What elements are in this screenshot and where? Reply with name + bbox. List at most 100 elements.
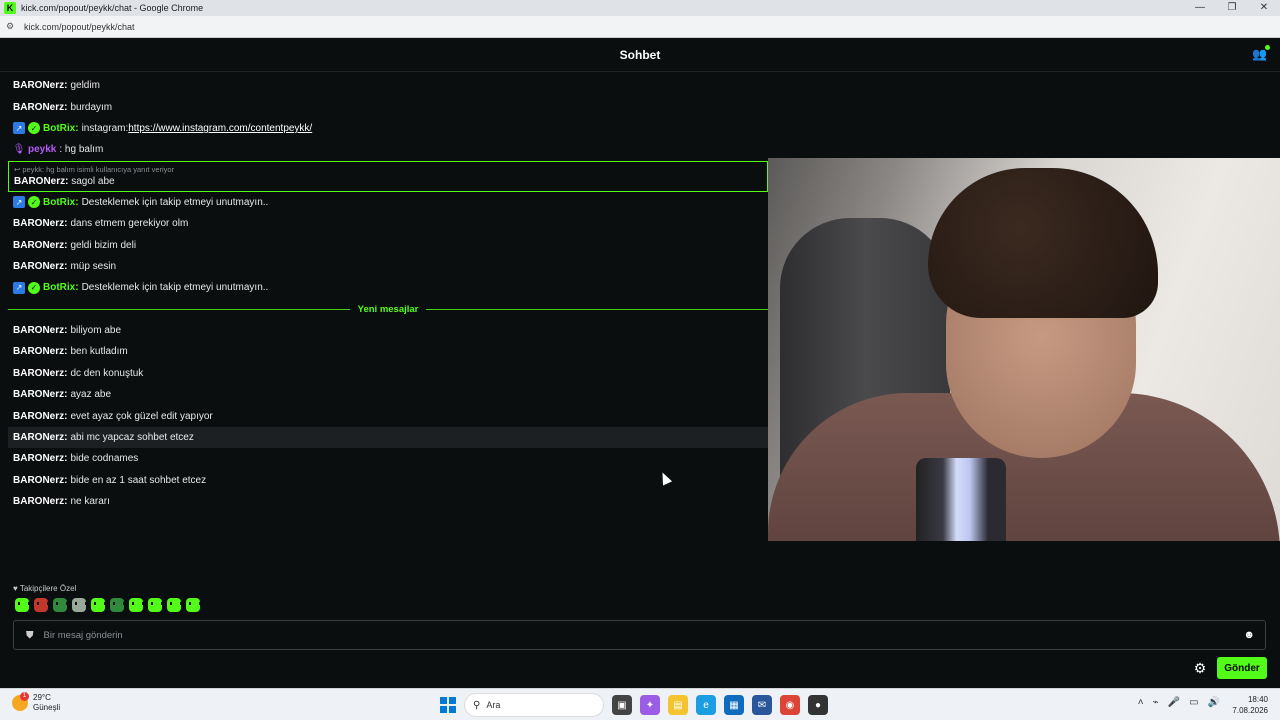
chat-message[interactable]: BARONerz: dc den konuştuk — [8, 363, 768, 384]
emote-icon[interactable] — [186, 598, 201, 612]
chevron-up-icon[interactable]: ˄ — [1138, 697, 1144, 708]
emote-icon[interactable] — [53, 598, 68, 612]
monitor-icon[interactable]: ▭ — [1189, 697, 1198, 708]
webcam-overlay — [768, 158, 1280, 541]
site-settings-icon[interactable]: ⚙ — [6, 21, 18, 32]
send-button[interactable]: Gönder — [1217, 657, 1267, 679]
username[interactable]: BARONerz: — [13, 325, 67, 336]
message-text: ne kararı — [70, 496, 110, 508]
file-explorer-icon[interactable]: ▤ — [668, 695, 688, 715]
username[interactable]: BARONerz: — [13, 496, 67, 507]
message-link[interactable]: https://www.instagram.com/contentpeykk/ — [128, 123, 312, 134]
chat-message[interactable]: ↗ ✓ BotRix: Desteklemek için takip etmeyi u… — [8, 277, 768, 298]
emote-icon[interactable] — [148, 598, 163, 612]
emote-bar — [15, 598, 201, 612]
username[interactable]: BARONerz: — [13, 102, 67, 113]
reply-reference: ↩ peykk: hg balım isimli kullanıcıya yan… — [14, 165, 175, 175]
emote-icon[interactable] — [15, 598, 30, 612]
verified-badge-icon: ✓ — [28, 122, 40, 135]
store-icon[interactable]: ▦ — [724, 695, 744, 715]
copilot-icon[interactable]: ✦ — [640, 695, 660, 715]
chat-message[interactable]: BARONerz: bide codnames — [8, 448, 768, 469]
chat-header: Sohbet 👥 — [0, 38, 1280, 72]
chat-message[interactable]: BARONerz: biliyom abe — [8, 320, 768, 341]
username[interactable]: BARONerz: — [13, 368, 67, 379]
network-icon[interactable]: ⌁ — [1153, 697, 1159, 708]
chat-message[interactable]: BARONerz: ayaz abe — [8, 384, 768, 405]
username[interactable]: BARONerz: — [13, 389, 67, 400]
sun-icon: 1 — [12, 692, 29, 711]
chat-message[interactable]: 🎙 peykk: hg balım — [8, 139, 768, 160]
username[interactable]: peykk — [28, 144, 56, 155]
volume-icon[interactable]: 🔊 — [1208, 697, 1220, 708]
obs-icon[interactable]: ● — [808, 695, 828, 715]
emote-icon[interactable] — [110, 598, 125, 612]
url-text[interactable]: kick.com/popout/peykk/chat — [24, 22, 135, 32]
chat-message[interactable]: BARONerz: dans etmem gerekiyor olm — [8, 213, 768, 234]
message-text: burdayım — [70, 101, 113, 113]
temperature: 29°C — [33, 693, 51, 702]
emoji-icon[interactable]: ☻ — [1243, 629, 1255, 641]
chat-message[interactable]: BARONerz: bide en az 1 saat sohbet etcez — [8, 470, 768, 491]
message-text: geldim — [70, 80, 100, 92]
username[interactable]: BARONerz: — [13, 80, 67, 91]
users-icon[interactable]: 👥 — [1252, 45, 1270, 63]
bot-badge-icon: ↗ — [13, 281, 25, 294]
username[interactable]: BARONerz: — [14, 176, 68, 187]
emote-icon[interactable] — [72, 598, 87, 612]
emote-icon[interactable] — [129, 598, 144, 612]
username[interactable]: BARONerz: — [13, 475, 67, 486]
address-bar[interactable]: ⚙ kick.com/popout/peykk/chat — [0, 16, 1280, 38]
username[interactable]: BotRix: — [43, 197, 79, 208]
taskbar-search[interactable]: ⚲ Ara — [464, 693, 604, 717]
chat-message[interactable]: BARONerz: evet ayaz çok güzel edit yapıyo… — [8, 405, 768, 426]
message-input-box[interactable]: ⛊ ☻ — [13, 620, 1266, 650]
heart-icon: ♥ — [13, 584, 20, 593]
settings-gear-icon[interactable]: ⚙ — [1192, 660, 1208, 676]
weather-widget[interactable]: 1 29°C Güneşli — [12, 692, 60, 713]
chat-message[interactable]: ↗ ✓ BotRix: instagram: https://www.instagra… — [8, 118, 768, 139]
username[interactable]: BARONerz: — [13, 411, 67, 422]
task-view-icon[interactable]: ▣ — [612, 695, 632, 715]
chat-message[interactable]: BARONerz: ne kararı — [8, 491, 768, 512]
browser-title-bar: K kick.com/popout/peykk/chat - Google Ch… — [0, 0, 1280, 16]
message-text: bide codnames — [70, 453, 139, 465]
followers-only-label: ♥ Takipçilere Özel — [13, 584, 77, 593]
username[interactable]: BARONerz: — [13, 453, 67, 464]
restore-button[interactable]: ❐ — [1216, 0, 1248, 16]
minimize-button[interactable]: — — [1184, 0, 1216, 16]
message-input[interactable] — [43, 629, 1244, 641]
username[interactable]: BARONerz: — [13, 261, 67, 272]
chat-message[interactable]: BARONerz: geldi bizim deli — [8, 234, 768, 255]
message-text: sagol abe — [71, 176, 115, 188]
edge-icon[interactable]: e — [696, 695, 716, 715]
clock[interactable]: 18:40 7.08.2026 — [1232, 694, 1268, 716]
message-text: geldi bizim deli — [70, 239, 137, 251]
message-text: bide en az 1 saat sohbet etcez — [70, 474, 207, 486]
username[interactable]: BotRix: — [43, 282, 79, 293]
emote-icon[interactable] — [91, 598, 106, 612]
username[interactable]: BARONerz: — [13, 432, 67, 443]
username[interactable]: BARONerz: — [13, 346, 67, 357]
username[interactable]: BotRix: — [43, 123, 79, 134]
emote-icon[interactable] — [34, 598, 49, 612]
verified-badge-icon: ✓ — [28, 196, 40, 209]
chat-message-hovered[interactable]: BARONerz: abi mc yapcaz sohbet etcez — [8, 426, 768, 449]
microphone-icon[interactable]: 🎤 — [1168, 697, 1180, 708]
start-icon[interactable] — [440, 697, 456, 713]
reply-message[interactable]: ↩ peykk: hg balım isimli kullanıcıya yan… — [8, 160, 768, 192]
close-button[interactable]: ✕ — [1248, 0, 1280, 16]
outlook-icon[interactable]: ✉ — [752, 695, 772, 715]
chat-message[interactable]: BARONerz: burdayım — [8, 96, 768, 117]
chat-message[interactable]: BARONerz: müp sesin — [8, 256, 768, 277]
chat-message[interactable]: BARONerz: geldim — [8, 75, 768, 96]
message-list: BARONerz: geldim BARONerz: burdayım ↗ ✓ BotR… — [8, 75, 769, 512]
chat-message[interactable]: ↗ ✓ BotRix: Desteklemek için takip etmeyi u… — [8, 192, 768, 213]
emote-icon[interactable] — [167, 598, 182, 612]
chat-message[interactable]: BARONerz: ben kutladım — [8, 341, 768, 362]
username[interactable]: BARONerz: — [13, 240, 67, 251]
new-messages-label: Yeni mesajlar — [357, 303, 419, 315]
chrome-icon[interactable]: ◉ — [780, 695, 800, 715]
username[interactable]: BARONerz: — [13, 218, 67, 229]
windows-taskbar: 1 29°C Güneşli ⚲ Ara ▣ ✦ ▤ e ▦ ✉ ◉ ● ˄ ⌁ 🎤… — [0, 688, 1280, 720]
